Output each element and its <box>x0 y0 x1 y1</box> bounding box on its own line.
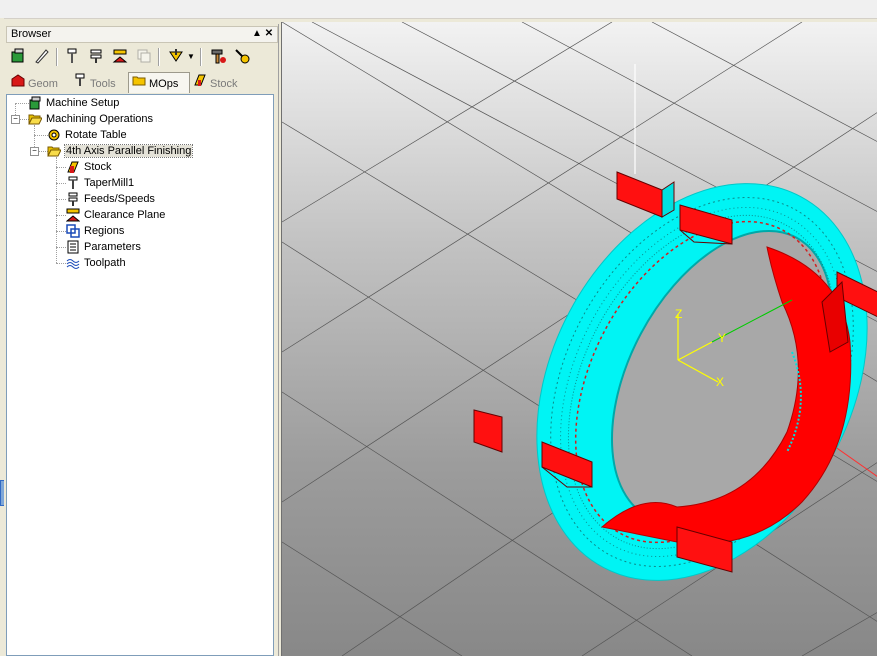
stock-icon <box>192 73 208 92</box>
close-icon[interactable]: ✕ <box>263 27 275 41</box>
clearance-button[interactable] <box>110 47 130 67</box>
axis-label-y: Y <box>718 331 726 345</box>
edit-icon <box>35 49 49 64</box>
tree-item-4th-axis-parallel-finishing[interactable]: 4th Axis Parallel Finishing <box>46 143 194 159</box>
toolpath-icon <box>65 256 81 270</box>
clearance-icon <box>112 49 128 63</box>
top-toolbar-strip <box>0 0 877 19</box>
tools-icon <box>72 73 88 92</box>
clearance-icon <box>65 208 81 222</box>
browser-tabs: Geom Tools MOps Stock <box>6 72 276 93</box>
regions-icon <box>65 224 81 238</box>
3d-viewport[interactable]: Z Y X <box>281 22 877 656</box>
toolbar-separator <box>56 48 58 66</box>
copy-button[interactable] <box>134 47 154 67</box>
toolbar-separator <box>200 48 202 66</box>
dropdown-arrow-icon[interactable]: ▼ <box>186 47 196 67</box>
feeds-button[interactable] <box>86 47 106 67</box>
tool-dropdown-icon <box>169 49 183 62</box>
axis-label-z: Z <box>675 307 682 321</box>
folder-open-icon <box>27 112 43 126</box>
browser-title: Browser <box>11 28 52 40</box>
tree-item-toolpath[interactable]: Toolpath <box>65 255 126 271</box>
browser-title-bar: Browser ▲ ✕ <box>6 26 278 43</box>
tree-item-machining-operations[interactable]: Machining Operations <box>27 111 153 127</box>
tool-icon <box>67 48 77 63</box>
tab-tools[interactable]: Tools <box>72 73 116 91</box>
generate-button[interactable] <box>232 47 252 67</box>
toolbar-separator <box>158 48 160 66</box>
hammer-icon <box>211 49 226 64</box>
parameters-icon <box>65 240 81 254</box>
tree-item-tapermill1[interactable]: TaperMill1 <box>65 175 134 191</box>
tree-item-parameters[interactable]: Parameters <box>65 239 141 255</box>
machine-setup-icon <box>27 96 43 110</box>
generate-icon <box>235 49 250 64</box>
mops-icon <box>131 73 147 93</box>
tool-dropdown-button[interactable] <box>166 47 186 67</box>
collapse-toggle-4th-axis[interactable]: − <box>30 147 39 156</box>
geom-icon <box>10 73 26 92</box>
tool-icon <box>65 176 81 190</box>
pin-icon[interactable]: ▲ <box>251 27 263 41</box>
tree-item-machine-setup[interactable]: Machine Setup <box>27 95 119 111</box>
tab-mops[interactable]: MOps <box>128 72 190 93</box>
edit-button[interactable] <box>32 47 52 67</box>
tool-button[interactable] <box>62 47 82 67</box>
scene: Z Y X <box>282 22 877 656</box>
tree-item-rotate-table[interactable]: Rotate Table <box>46 127 127 143</box>
machine-setup-icon <box>11 48 24 63</box>
tree-item-regions[interactable]: Regions <box>65 223 124 239</box>
axis-label-x: X <box>716 375 724 389</box>
tree-item-feeds-speeds[interactable]: Feeds/Speeds <box>65 191 155 207</box>
browser-panel: Browser ▲ ✕ ▼ Geom Tools MOps Stock − − … <box>4 24 279 656</box>
tree-item-stock[interactable]: Stock <box>65 159 112 175</box>
machine-setup-button[interactable] <box>8 47 28 67</box>
rotate-table-icon <box>46 128 62 142</box>
tab-stock[interactable]: Stock <box>192 73 238 91</box>
tree-item-clearance-plane[interactable]: Clearance Plane <box>65 207 165 223</box>
folder-open-icon <box>46 144 62 158</box>
tab-geom[interactable]: Geom <box>10 73 58 91</box>
feeds-icon <box>65 192 81 207</box>
mops-tree: − − Machine Setup Machining Operations R… <box>6 94 274 656</box>
hammer-button[interactable] <box>208 47 228 67</box>
browser-toolbar: ▼ <box>6 44 276 70</box>
feeds-icon <box>90 49 102 63</box>
collapse-toggle-machining-operations[interactable]: − <box>11 115 20 124</box>
stock-icon <box>65 160 81 174</box>
copy-icon <box>137 49 151 63</box>
